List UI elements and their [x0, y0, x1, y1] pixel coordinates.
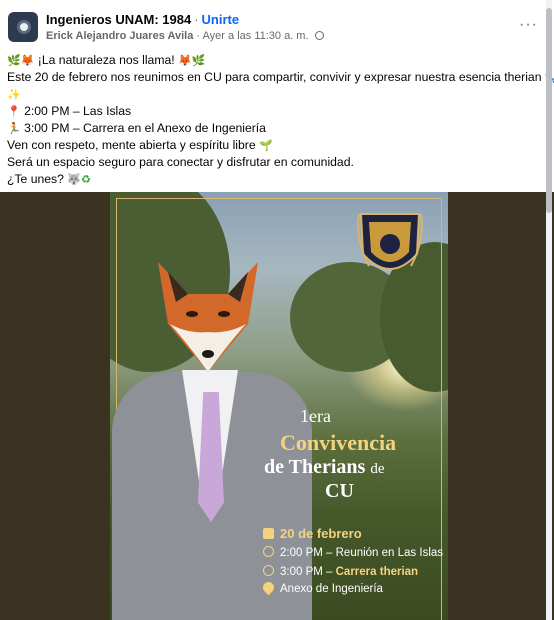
wolf-icon: 🐺 — [67, 174, 82, 186]
text-line-5: Ven con respeto, mente abierta y espírit… — [7, 138, 256, 152]
recycle-icon: ♻ — [81, 174, 91, 186]
location-pin-icon — [260, 579, 277, 596]
fox-head-icon — [158, 262, 258, 372]
text-line: Este 20 de febrero nos reunimos en CU pa… — [7, 69, 554, 86]
event-poster[interactable]: 1era Convivencia de Therians de CU 20 de… — [110, 192, 448, 620]
seedling-icon: 🌱 — [259, 140, 273, 152]
group-title: Ingenieros UNAM: 1984 · Unirte — [46, 12, 239, 27]
herb-icon: 🌿 — [191, 55, 206, 67]
post-header: Ingenieros UNAM: 1984 · Unirte Erick Aleja… — [8, 10, 538, 46]
text-line-4: 3:00 PM – Carrera en el Anexo de Ingenie… — [24, 121, 266, 135]
text-line: 🏃 3:00 PM – Carrera en el Anexo de Ingen… — [7, 120, 547, 137]
runner-icon: 🏃 — [7, 123, 21, 135]
poster-time-2-event: Carrera therian — [335, 566, 419, 578]
post-meta: Erick Alejandro Juares Avila · Ayer a la… — [46, 30, 324, 42]
separator-dot: · — [196, 30, 201, 42]
group-avatar[interactable] — [8, 12, 38, 42]
group-name-link[interactable]: Ingenieros UNAM: 1984 — [46, 12, 191, 27]
more-options-button[interactable]: ··· — [519, 16, 538, 34]
fox-icon: 🦊 — [178, 55, 192, 67]
poster-title-line2: Convivencia — [280, 430, 397, 455]
sparkles-icon: ✨ — [7, 89, 21, 101]
post-text: 🌿🦊 ¡La naturaleza nos llama! 🦊🌿 Este 20 … — [7, 52, 554, 188]
text-line-6: Será un espacio seguro para conectar y d… — [7, 155, 354, 169]
fox-icon: 🦊 — [20, 55, 35, 67]
scrollbar[interactable] — [546, 0, 552, 620]
text-line-3: 2:00 PM – Las Islas — [24, 104, 132, 118]
text-line: Ven con respeto, mente abierta y espírit… — [7, 137, 547, 154]
text-line: ¿Te unes? 🐺♻ — [7, 171, 547, 188]
poster-title-line3: de Therians de — [264, 456, 385, 479]
text-line: 📍 2:00 PM – Las Islas — [7, 103, 547, 120]
join-button[interactable]: Unirte — [202, 12, 240, 27]
poster-place: Anexo de Ingeniería — [260, 579, 383, 596]
text-line: ✨ — [7, 86, 547, 103]
pin-icon: 📍 — [7, 106, 21, 118]
unam-seal-icon — [357, 213, 423, 270]
clock-icon — [263, 565, 274, 576]
text-line-2: Este 20 de febrero nos reunimos en CU pa… — [7, 70, 542, 84]
post-timestamp[interactable]: Ayer a las 11:30 a. m. — [203, 30, 309, 42]
facebook-post: Ingenieros UNAM: 1984 · Unirte Erick Aleja… — [0, 0, 554, 620]
text-line-7: ¿Te unes? — [7, 172, 64, 186]
poster-place-text: Anexo de Ingeniería — [280, 583, 383, 595]
author-link[interactable]: Erick Alejandro Juares Avila — [46, 30, 193, 42]
poster-title-line4: CU — [325, 480, 354, 502]
separator-dot: · — [194, 12, 199, 27]
poster-date: 20 de febrero — [263, 526, 362, 541]
poster-time-2: 3:00 PM – Carrera therian — [263, 565, 418, 578]
globe-icon — [314, 31, 324, 40]
calendar-icon — [263, 528, 274, 539]
text-line: Será un espacio seguro para conectar y d… — [7, 154, 547, 171]
poster-title-de: de — [370, 461, 385, 477]
text-line-1: ¡La naturaleza nos llama! — [37, 53, 175, 67]
poster-time-1-text: 2:00 PM – Reunión en Las Islas — [280, 547, 444, 559]
scrollbar-thumb[interactable] — [546, 8, 552, 213]
post-image-area[interactable]: 1era Convivencia de Therians de CU 20 de… — [0, 192, 554, 620]
camera-lens-icon — [17, 20, 31, 34]
poster-time-1: 2:00 PM – Reunión en Las Islas — [263, 546, 443, 559]
text-line: 🌿🦊 ¡La naturaleza nos llama! 🦊🌿 — [7, 52, 547, 69]
poster-title-therians: de Therians — [264, 456, 366, 478]
clock-icon — [263, 546, 274, 557]
herb-icon: 🌿 — [7, 55, 21, 67]
poster-time-2-time: 3:00 PM – — [280, 566, 333, 578]
poster-date-text: 20 de febrero — [280, 526, 362, 541]
poster-title-line1: 1era — [300, 406, 331, 426]
